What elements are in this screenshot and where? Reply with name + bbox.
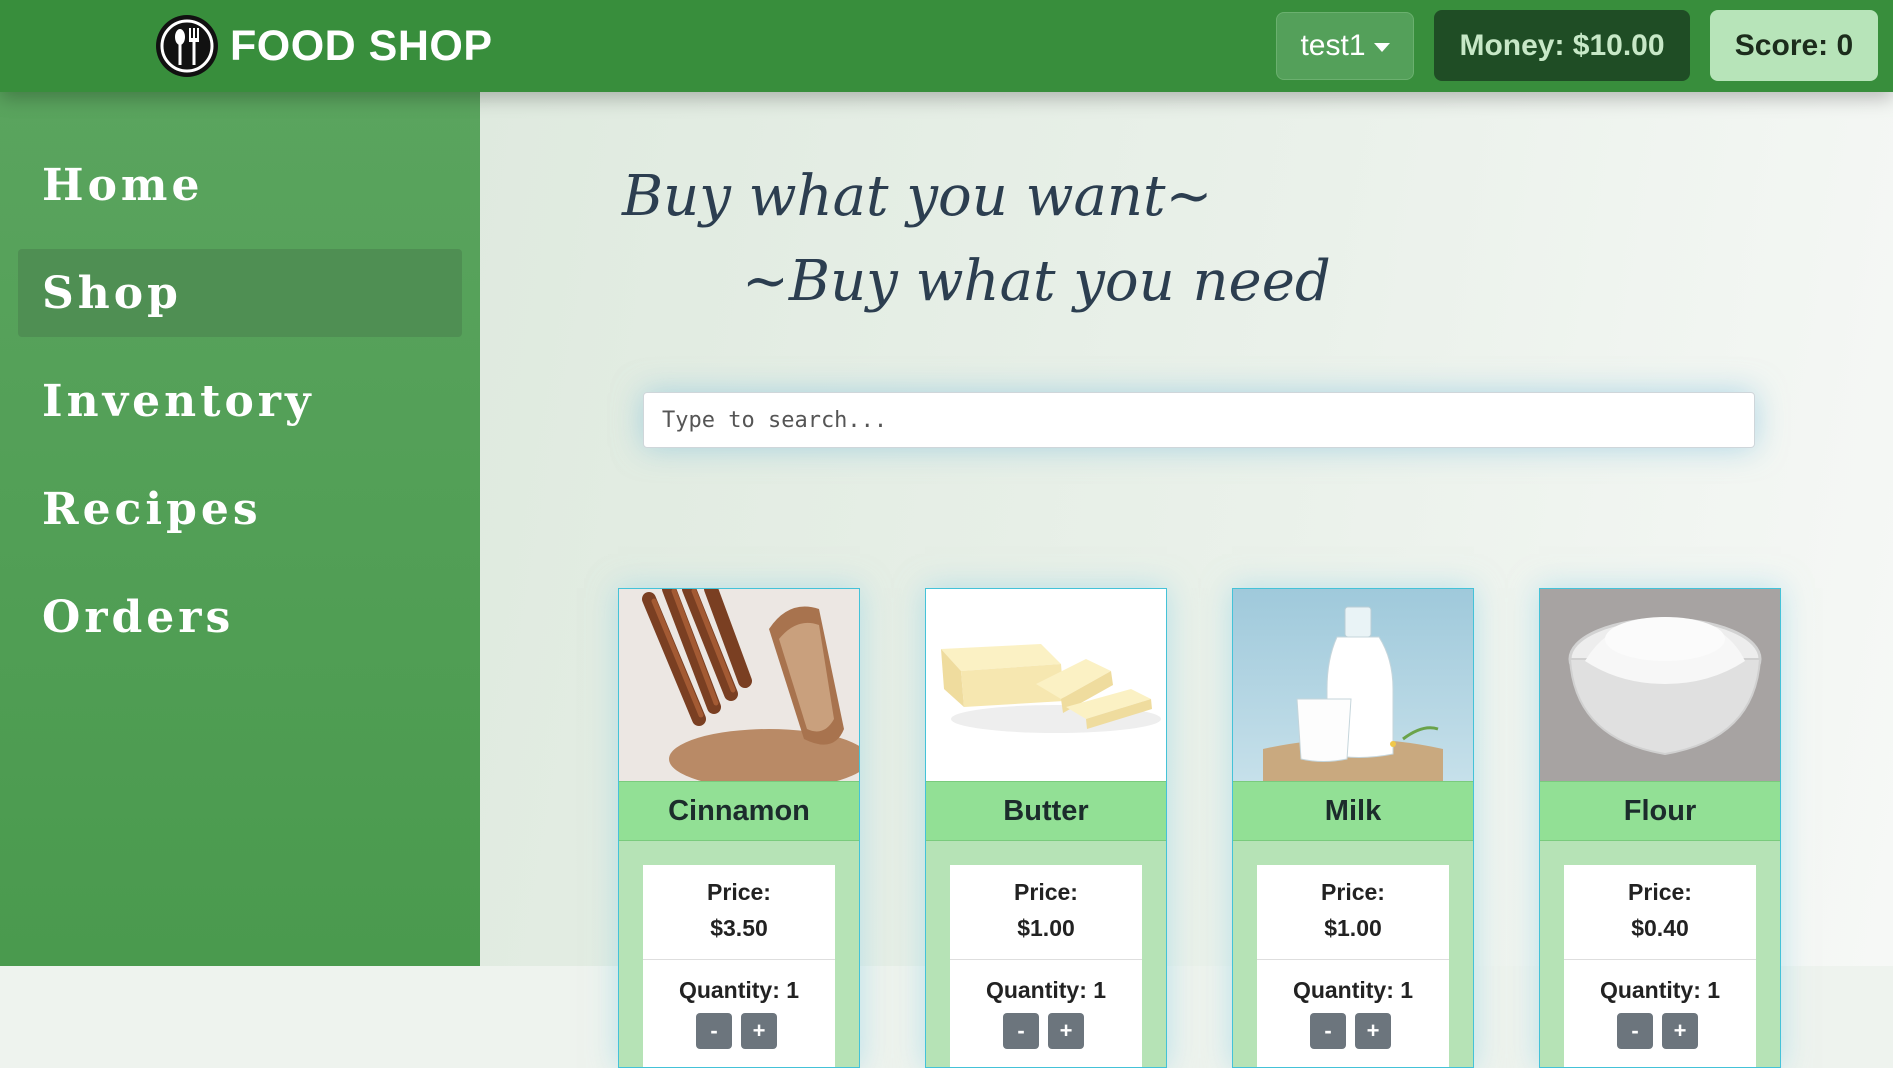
product-card-butter: Butter Price: $1.00 Quantity: 1 - + [925,588,1167,1068]
decrease-quantity-button[interactable]: - [696,1013,732,1049]
user-dropdown[interactable]: test1 [1276,12,1414,80]
sidebar-item-inventory[interactable]: Inventory [18,357,462,445]
sidebar: Home Shop Inventory Recipes Orders [0,92,480,966]
product-name: Cinnamon [619,781,859,841]
quantity-label: Quantity: 1 [1292,977,1414,1003]
decrease-quantity-button[interactable]: - [1310,1013,1346,1049]
caret-down-icon [1373,42,1390,52]
product-card-flour: Flour Price: $0.40 Quantity: 1 - + [1539,588,1781,1068]
milk-image [1233,589,1473,781]
increase-quantity-button[interactable]: + [1662,1013,1698,1049]
quantity-label: Quantity: 1 [678,977,800,1003]
product-info: Price: $3.50 Quantity: 1 - + [643,865,835,1067]
tagline-line-2: ~Buy what you need [742,249,1331,314]
money-badge: Money: $10.00 [1434,10,1690,81]
price-value: $1.00 [1017,915,1075,941]
username-label: test1 [1300,29,1366,62]
divider [1564,959,1756,960]
cinnamon-image [619,589,859,781]
price-label: Price: [1014,879,1078,905]
decrease-quantity-button[interactable]: - [1003,1013,1039,1049]
product-card-cinnamon: Cinnamon Price: $3.50 Quantity: 1 - + [618,588,860,1068]
price-value: $3.50 [710,915,768,941]
divider [950,959,1142,960]
price-value: $0.40 [1631,915,1689,941]
quantity-label: Quantity: 1 [1599,977,1721,1003]
score-badge: Score: 0 [1710,10,1878,81]
quantity-label: Quantity: 1 [985,977,1107,1003]
sidebar-item-orders[interactable]: Orders [18,573,462,661]
product-name: Milk [1233,781,1473,841]
brand[interactable]: FOOD SHOP [156,14,493,78]
product-name: Butter [926,781,1166,841]
product-info: Price: $1.00 Quantity: 1 - + [950,865,1142,1067]
price-label: Price: [1321,879,1385,905]
search-input[interactable] [643,392,1755,448]
search-container [643,392,1755,448]
divider [1257,959,1449,960]
product-info: Price: $0.40 Quantity: 1 - + [1564,865,1756,1067]
main-content: Buy what you want~ ~Buy what you need Ci… [480,92,1893,1068]
increase-quantity-button[interactable]: + [1355,1013,1391,1049]
price-value: $1.00 [1324,915,1382,941]
price-label: Price: [707,879,771,905]
product-name: Flour [1540,781,1780,841]
decrease-quantity-button[interactable]: - [1617,1013,1653,1049]
sidebar-item-shop[interactable]: Shop [18,249,462,337]
butter-image [926,589,1166,781]
flour-image [1540,589,1780,781]
increase-quantity-button[interactable]: + [741,1013,777,1049]
divider [643,959,835,960]
top-navbar: FOOD SHOP test1 Money: $10.00 Score: 0 [0,0,1893,92]
sidebar-item-home[interactable]: Home [18,141,462,229]
price-label: Price: [1628,879,1692,905]
brand-title: FOOD SHOP [230,21,493,70]
fork-spoon-logo-icon [156,15,218,77]
tagline-line-1: Buy what you want~ [622,164,1213,229]
increase-quantity-button[interactable]: + [1048,1013,1084,1049]
product-info: Price: $1.00 Quantity: 1 - + [1257,865,1449,1067]
product-card-milk: Milk Price: $1.00 Quantity: 1 - + [1232,588,1474,1068]
sidebar-item-recipes[interactable]: Recipes [18,465,462,553]
